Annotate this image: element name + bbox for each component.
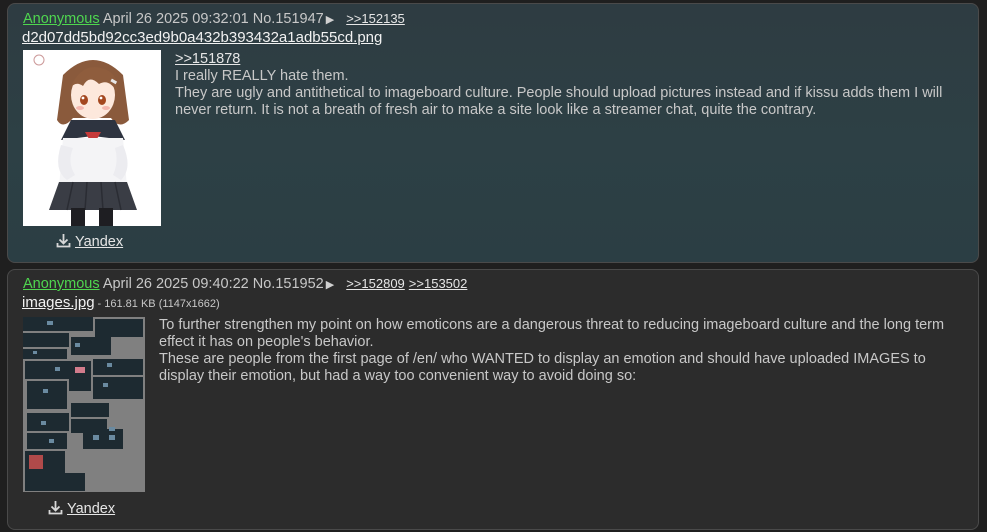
yandex-search-link[interactable]: Yandex bbox=[56, 233, 123, 252]
post-header: Anonymous April 26 2025 09:32:01 No.1519… bbox=[23, 10, 409, 29]
post-body: To further strengthen my point on how em… bbox=[159, 317, 969, 385]
post-menu-arrow-icon[interactable]: ▶ bbox=[326, 279, 334, 291]
post-image-thumbnail[interactable] bbox=[23, 317, 145, 492]
yandex-label[interactable]: Yandex bbox=[67, 501, 115, 517]
yandex-label[interactable]: Yandex bbox=[75, 234, 123, 250]
backlink[interactable]: >>152809 bbox=[346, 276, 405, 291]
post-date: April 26 2025 09:40:22 bbox=[102, 276, 249, 292]
post-151947: Anonymous April 26 2025 09:32:01 No.1519… bbox=[7, 3, 979, 263]
yandex-search-link[interactable]: Yandex bbox=[48, 500, 115, 519]
backlink[interactable]: >>152135 bbox=[346, 11, 405, 26]
poster-name[interactable]: Anonymous bbox=[23, 276, 100, 292]
poster-name[interactable]: Anonymous bbox=[23, 11, 100, 27]
backlink[interactable]: >>153502 bbox=[409, 276, 468, 291]
file-name-link[interactable]: d2d07dd5bd92cc3ed9b0a432b393432a1adb55cd… bbox=[22, 29, 382, 46]
post-number[interactable]: No.151947 bbox=[253, 11, 324, 27]
download-icon bbox=[56, 233, 71, 252]
file-info: - 161.81 KB (1147x1662) bbox=[97, 298, 220, 310]
post-number[interactable]: No.151952 bbox=[253, 276, 324, 292]
post-text-line: To further strengthen my point on how em… bbox=[159, 317, 945, 350]
post-text-line: These are people from the first page of … bbox=[159, 351, 926, 384]
post-body: >>151878 I really REALLY hate them. They… bbox=[175, 51, 970, 119]
post-header: Anonymous April 26 2025 09:40:22 No.1519… bbox=[23, 275, 471, 294]
post-menu-arrow-icon[interactable]: ▶ bbox=[326, 14, 334, 26]
post-date: April 26 2025 09:32:01 bbox=[102, 11, 249, 27]
post-text-line: They are ugly and antithetical to imageb… bbox=[175, 85, 943, 118]
post-text-line: I really REALLY hate them. bbox=[175, 68, 349, 84]
quote-link[interactable]: >>151878 bbox=[175, 51, 970, 68]
post-151952: Anonymous April 26 2025 09:40:22 No.1519… bbox=[7, 269, 979, 530]
post-image-thumbnail[interactable] bbox=[23, 50, 161, 226]
file-name-link[interactable]: images.jpg - 161.81 KB (1147x1662) bbox=[22, 294, 220, 311]
download-icon bbox=[48, 500, 63, 519]
